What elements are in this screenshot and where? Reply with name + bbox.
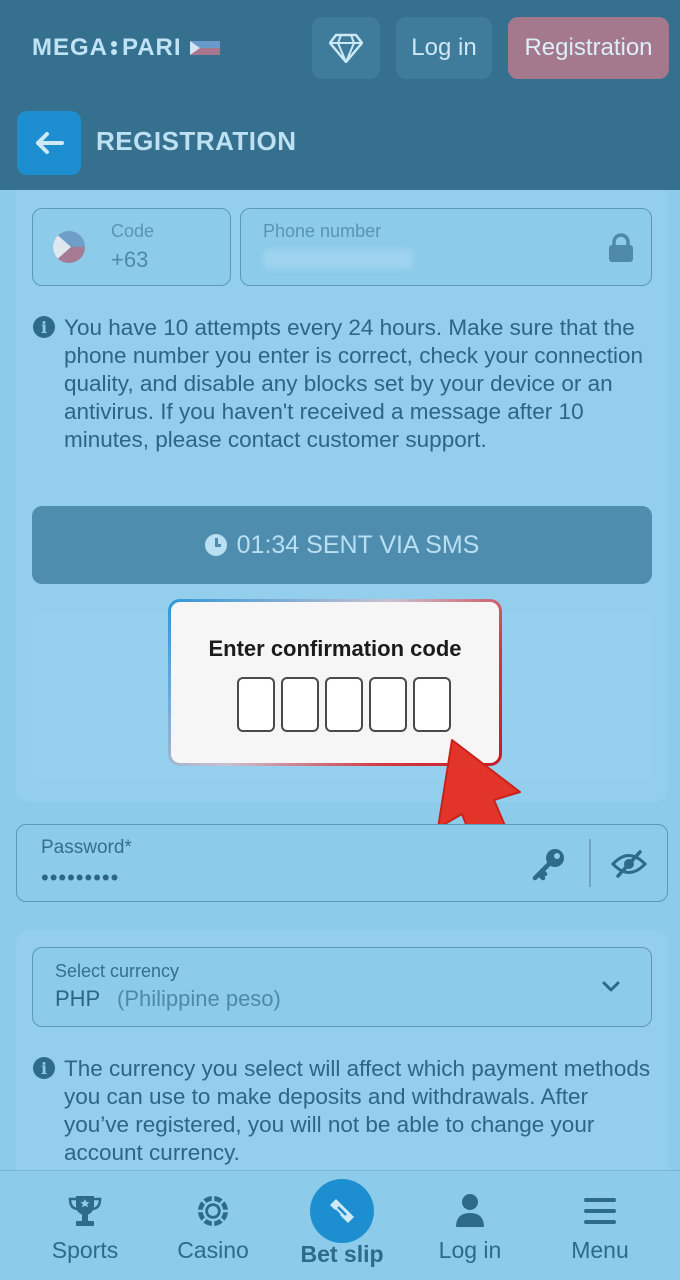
page-title: REGISTRATION — [96, 126, 297, 156]
divider — [589, 839, 591, 887]
password-value: ••••••••• — [41, 865, 120, 890]
code-value: +63 — [111, 247, 149, 272]
nav-betslip-label: Bet slip — [300, 1241, 384, 1267]
hamburger-menu-icon — [584, 1198, 616, 1224]
header-registration-button[interactable]: Registration — [508, 17, 669, 79]
casino-chip-icon — [198, 1196, 228, 1226]
arrow-left-icon — [36, 132, 64, 154]
info-icon: i — [33, 1057, 55, 1079]
vip-diamond-button[interactable] — [312, 17, 380, 79]
password-label: Password* — [41, 837, 132, 858]
password-field[interactable]: Password* ••••••••• — [16, 824, 668, 902]
code-digit-input-2[interactable] — [281, 677, 319, 732]
country-code-select[interactable]: Code +63 — [32, 208, 231, 286]
nav-menu-label: Menu — [571, 1237, 629, 1263]
trophy-icon — [68, 1196, 102, 1226]
page-header: REGISTRATION — [0, 96, 680, 190]
currency-info-text: The currency you select will affect whic… — [64, 1056, 651, 1165]
nav-login[interactable]: Log in — [425, 1171, 515, 1280]
philippines-flag-icon — [189, 41, 220, 55]
logo-text-left: MEGA — [32, 34, 108, 61]
nav-sports-label: Sports — [51, 1237, 119, 1263]
code-digit-input-1[interactable] — [237, 677, 275, 732]
phone-number-field[interactable]: Phone number — [240, 208, 652, 286]
logo-text-right: PARI — [122, 34, 182, 61]
ticket-icon — [330, 1199, 354, 1223]
bottom-navigation: Sports Casino Bet slip Log in Menu — [0, 1170, 680, 1280]
header-login-button[interactable]: Log in — [396, 17, 492, 79]
nav-menu[interactable]: Menu — [555, 1171, 645, 1280]
currency-code: PHP — [55, 986, 101, 1011]
phone-number-value-blurred — [263, 249, 413, 269]
logo-colon — [111, 39, 119, 57]
betslip-button[interactable] — [310, 1179, 374, 1243]
nav-sports[interactable]: Sports — [40, 1171, 130, 1280]
user-icon — [456, 1194, 484, 1227]
sms-timer-label: 01:34 SENT VIA SMS — [236, 530, 480, 559]
philippines-flag-icon — [53, 231, 85, 263]
currency-label: Select currency — [55, 961, 180, 981]
top-bar: MEGA PARI Log in Registration — [0, 0, 680, 96]
code-digit-input-3[interactable] — [325, 677, 363, 732]
confirmation-code-title: Enter confirmation code — [208, 636, 462, 661]
currency-name: (Philippine peso) — [117, 986, 281, 1011]
key-icon[interactable] — [531, 847, 567, 881]
phone-number-label: Phone number — [263, 221, 382, 241]
code-digit-input-5[interactable] — [413, 677, 451, 732]
lock-icon — [609, 233, 633, 262]
currency-select[interactable]: Select currency PHP (Philippine peso) — [32, 947, 652, 1027]
sms-sent-timer-button[interactable]: 01:34 SENT VIA SMS — [32, 506, 652, 584]
attempts-info-text: You have 10 attempts every 24 hours. Mak… — [64, 315, 644, 452]
nav-login-label: Log in — [438, 1237, 502, 1263]
nav-casino-label: Casino — [177, 1237, 249, 1263]
chevron-down-icon — [602, 981, 620, 992]
code-label: Code — [111, 221, 155, 241]
info-icon: i — [33, 316, 55, 338]
code-digit-inputs — [237, 677, 451, 732]
eye-off-icon[interactable] — [611, 849, 647, 879]
megapari-logo[interactable]: MEGA PARI — [32, 34, 220, 62]
back-button[interactable] — [17, 111, 81, 175]
code-digit-input-4[interactable] — [369, 677, 407, 732]
clock-icon — [204, 534, 227, 556]
nav-casino[interactable]: Casino — [168, 1171, 258, 1280]
diamond-icon — [329, 33, 363, 63]
